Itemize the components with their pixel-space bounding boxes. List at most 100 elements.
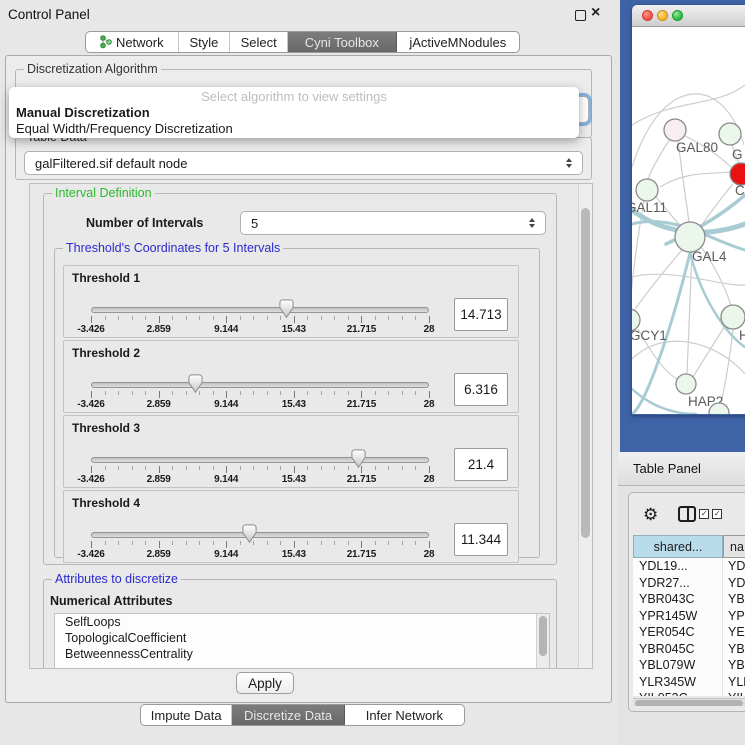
- tick-mark: [294, 541, 295, 548]
- table-data-group: Table Data galFiltered.sif default node: [15, 137, 592, 180]
- network-node-hap2[interactable]: [676, 374, 696, 394]
- zoom-traffic-light-icon[interactable]: [672, 10, 683, 21]
- float-window-icon[interactable]: [575, 10, 586, 21]
- table-row[interactable]: YBR043CYBR0: [633, 591, 745, 608]
- threshold-value-input[interactable]: 11.344: [454, 523, 508, 556]
- column-header-name[interactable]: na: [723, 535, 745, 558]
- cyni-mode-tabs: Impute Data Discretize Data Infer Networ…: [140, 704, 465, 726]
- table-cell-name[interactable]: YBR0: [723, 641, 745, 658]
- threshold-slider-track[interactable]: [91, 382, 429, 388]
- threshold-slider-track[interactable]: [91, 532, 429, 538]
- table-cell-shared-name[interactable]: YBR045C: [633, 641, 723, 658]
- threshold-slider-track[interactable]: [91, 307, 429, 313]
- table-cell-name[interactable]: YBL0: [723, 657, 745, 674]
- tick-mark: [132, 391, 133, 395]
- tick-mark: [307, 316, 308, 320]
- threshold-value-input[interactable]: 14.713: [454, 298, 508, 331]
- tab-network-label: Network: [116, 35, 164, 50]
- table-cell-shared-name[interactable]: YLR345W: [633, 674, 723, 691]
- network-node-label: GCY1: [632, 328, 667, 343]
- table-row[interactable]: YBR045CYBR0: [633, 641, 745, 658]
- column-header-shared-name[interactable]: shared...: [633, 535, 723, 558]
- table-row[interactable]: YLR345WYLR3: [633, 674, 745, 691]
- threshold-value-input[interactable]: 21.4: [454, 448, 508, 481]
- threshold-label: Threshold 1: [72, 271, 140, 285]
- close-icon[interactable]: ×: [591, 4, 600, 22]
- table-data-combobox[interactable]: galFiltered.sif default node: [24, 151, 583, 175]
- table-cell-shared-name[interactable]: YDR27...: [633, 575, 723, 592]
- network-node-gal80[interactable]: [664, 119, 686, 141]
- table-cell-name[interactable]: YBR0: [723, 591, 745, 608]
- table-cell-shared-name[interactable]: YIL053C: [633, 690, 723, 696]
- network-node-h[interactable]: [721, 305, 745, 329]
- threshold-slider-track[interactable]: [91, 457, 429, 463]
- minimize-traffic-light-icon[interactable]: [657, 10, 668, 21]
- table-row[interactable]: YPR145WYPR1: [633, 608, 745, 625]
- scrollbar-thumb[interactable]: [635, 700, 743, 706]
- checkbox-icon[interactable]: ✓: [699, 509, 709, 519]
- threshold-slider-thumb[interactable]: [242, 524, 257, 543]
- table-cell-name[interactable]: YDR2: [723, 575, 745, 592]
- tab-network[interactable]: Network: [86, 32, 179, 52]
- threshold-slider-thumb[interactable]: [351, 449, 366, 468]
- network-node-c[interactable]: [730, 163, 745, 185]
- slider-tick-labels: -3.4262.8599.14415.4321.71528: [91, 474, 429, 485]
- table-row[interactable]: YBL079WYBL0: [633, 657, 745, 674]
- table-cell-name[interactable]: YIL0: [723, 690, 745, 696]
- numerical-attribute-item[interactable]: SelfLoops: [55, 614, 549, 630]
- settings-gear-icon[interactable]: ⚙: [643, 506, 658, 523]
- tab-jactivemnodules[interactable]: jActiveMNodules: [397, 32, 519, 52]
- numerical-attribute-item[interactable]: BetweennessCentrality: [55, 646, 549, 662]
- table-cell-shared-name[interactable]: YBL079W: [633, 657, 723, 674]
- table-cell-shared-name[interactable]: YER054C: [633, 624, 723, 641]
- list-scrollbar[interactable]: [536, 614, 549, 669]
- table-row[interactable]: YER054CYER0: [633, 624, 745, 641]
- close-traffic-light-icon[interactable]: [642, 10, 653, 21]
- threshold-slider-thumb[interactable]: [188, 374, 203, 393]
- horizontal-scrollbar[interactable]: [633, 698, 745, 706]
- network-node-label: H: [739, 328, 745, 343]
- tab-impute-data[interactable]: Impute Data: [141, 705, 232, 725]
- threshold-value-input[interactable]: 6.316: [454, 373, 508, 406]
- table-cell-name[interactable]: YLR3: [723, 674, 745, 691]
- tick-mark: [321, 316, 322, 320]
- tick-mark: [361, 391, 362, 398]
- tick-mark: [159, 391, 160, 398]
- tick-mark: [172, 466, 173, 470]
- network-node-gal11[interactable]: [636, 179, 658, 201]
- tab-cyni-toolbox[interactable]: Cyni Toolbox: [288, 32, 397, 52]
- table-row[interactable]: YDL19...YDL1: [633, 558, 745, 575]
- tab-select[interactable]: Select: [230, 32, 288, 52]
- threshold-panel-1: Threshold 1-3.4262.8599.14415.4321.71528…: [63, 265, 519, 338]
- tick-mark: [415, 466, 416, 470]
- slider-tick-marks: [91, 541, 429, 549]
- scrollbar-thumb[interactable]: [581, 208, 590, 538]
- split-columns-icon[interactable]: [678, 506, 696, 522]
- table-cell-name[interactable]: YPR1: [723, 608, 745, 625]
- vertical-scrollbar[interactable]: [578, 184, 592, 668]
- table-cell-shared-name[interactable]: YBR043C: [633, 591, 723, 608]
- tab-discretize-data[interactable]: Discretize Data: [232, 705, 344, 725]
- tab-infer-network[interactable]: Infer Network: [345, 705, 464, 725]
- threshold-slider-thumb[interactable]: [279, 299, 294, 318]
- dropdown-option-equal-width[interactable]: Equal Width/Frequency Discretization: [9, 121, 579, 137]
- table-cell-name[interactable]: YER0: [723, 624, 745, 641]
- tab-style[interactable]: Style: [179, 32, 231, 52]
- checkbox-icon[interactable]: ✓: [712, 509, 722, 519]
- number-of-intervals-spinner[interactable]: 5: [240, 211, 546, 235]
- table-row[interactable]: YDR27...YDR2: [633, 575, 745, 592]
- network-canvas[interactable]: GAL80GCGAL11GAL4GCY1HHAP2: [632, 27, 745, 414]
- table-row[interactable]: YIL053CYIL0: [633, 690, 745, 696]
- tick-mark: [226, 541, 227, 548]
- network-node-gal4[interactable]: [675, 222, 705, 252]
- numerical-attribute-item[interactable]: TopologicalCoefficient: [55, 630, 549, 646]
- table-cell-name[interactable]: YDL1: [723, 558, 745, 575]
- apply-button[interactable]: Apply: [236, 672, 294, 694]
- dropdown-option-manual[interactable]: Manual Discretization: [9, 105, 579, 121]
- tick-mark: [334, 391, 335, 395]
- network-window-titlebar[interactable]: [632, 5, 745, 27]
- table-cell-shared-name[interactable]: YDL19...: [633, 558, 723, 575]
- network-node-g[interactable]: [719, 123, 741, 145]
- table-cell-shared-name[interactable]: YPR145W: [633, 608, 723, 625]
- tick-mark: [159, 466, 160, 473]
